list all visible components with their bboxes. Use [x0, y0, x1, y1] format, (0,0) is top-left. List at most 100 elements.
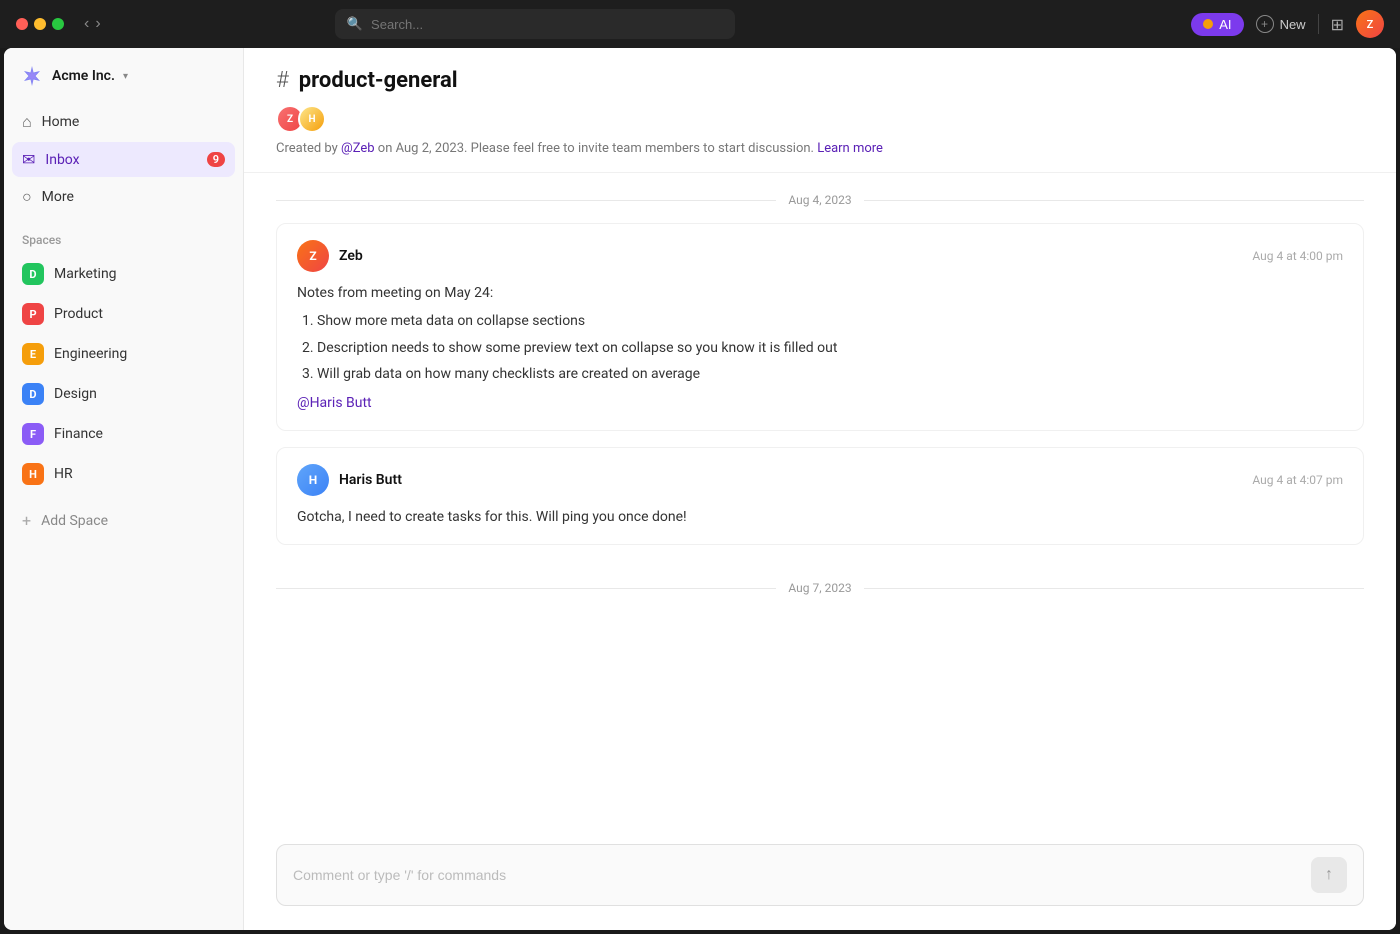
traffic-lights [16, 18, 64, 30]
message-list-1: Show more meta data on collapse sections… [297, 310, 1343, 385]
message-sender-1: Zeb [339, 248, 363, 264]
message-mention-1[interactable]: @Haris Butt [297, 395, 372, 411]
spaces-section-title: Spaces [4, 221, 243, 251]
ai-label: AI [1219, 17, 1231, 32]
search-bar[interactable]: 🔍 [335, 9, 735, 39]
plus-circle-icon: + [1256, 15, 1274, 33]
product-label: Product [54, 306, 103, 322]
inbox-icon: ✉ [22, 150, 35, 169]
main-content: # product-general Z H Created by @Zeb on… [244, 48, 1396, 930]
channel-header: # product-general Z H Created by @Zeb on… [244, 48, 1396, 173]
titlebar-right: AI + New ⊞ Z [1191, 10, 1384, 38]
titlebar-divider [1318, 14, 1319, 34]
message-avatar-haris: H [297, 464, 329, 496]
message-time-1: Aug 4 at 4:00 pm [1252, 249, 1343, 263]
org-header[interactable]: Acme Inc. ▾ [4, 48, 243, 100]
user-avatar[interactable]: Z [1356, 10, 1384, 38]
add-space-plus-icon: + [22, 511, 31, 530]
org-name: Acme Inc. [52, 68, 115, 84]
messages-container: Aug 4, 2023 Z Zeb Aug 4 at 4:00 pm Notes… [244, 173, 1396, 828]
sidebar-item-design[interactable]: D Design [12, 375, 235, 413]
new-button[interactable]: + New [1256, 15, 1306, 33]
fullscreen-traffic-light[interactable] [52, 18, 64, 30]
home-icon: ⌂ [22, 112, 32, 132]
sidebar-item-finance[interactable]: F Finance [12, 415, 235, 453]
avatar-member-2: H [298, 105, 326, 133]
message-sender-2: Haris Butt [339, 472, 402, 488]
sidebar-item-engineering[interactable]: E Engineering [12, 335, 235, 373]
more-icon: ○ [22, 187, 32, 207]
learn-more-link[interactable]: Learn more [817, 141, 883, 156]
product-space-icon: P [22, 303, 44, 325]
comment-box: ↑ [276, 844, 1364, 906]
nav-arrows: ‹ › [84, 15, 101, 33]
date-divider-2: Aug 7, 2023 [276, 561, 1364, 611]
hr-space-icon: H [22, 463, 44, 485]
org-caret-icon: ▾ [123, 71, 128, 82]
new-label: New [1280, 17, 1306, 32]
message-avatar-zeb: Z [297, 240, 329, 272]
channel-meta: Created by @Zeb on Aug 2, 2023. Please f… [276, 141, 1364, 156]
sidebar-item-more[interactable]: ○ More [12, 179, 235, 215]
acme-logo [20, 64, 44, 88]
grid-icon[interactable]: ⊞ [1331, 15, 1344, 34]
design-label: Design [54, 386, 97, 402]
date-label-2: Aug 7, 2023 [788, 581, 851, 595]
search-input[interactable] [371, 17, 723, 32]
finance-label: Finance [54, 426, 103, 442]
sidebar-item-product[interactable]: P Product [12, 295, 235, 333]
sidebar-item-hr[interactable]: H HR [12, 455, 235, 493]
date-label-1: Aug 4, 2023 [788, 193, 851, 207]
ai-dot-icon [1203, 19, 1213, 29]
message-header-1: Z Zeb Aug 4 at 4:00 pm [297, 240, 1343, 272]
sidebar-item-inbox[interactable]: ✉ Inbox 9 [12, 142, 235, 177]
message-card-2: H Haris Butt Aug 4 at 4:07 pm Gotcha, I … [276, 447, 1364, 545]
creator-mention[interactable]: @Zeb [341, 141, 375, 156]
close-traffic-light[interactable] [16, 18, 28, 30]
channel-name: product-general [299, 68, 458, 93]
design-space-icon: D [22, 383, 44, 405]
message-body-1: Notes from meeting on May 24: Show more … [297, 282, 1343, 414]
comment-input[interactable] [293, 867, 1311, 883]
sidebar-item-home[interactable]: ⌂ Home [12, 104, 235, 140]
send-icon: ↑ [1325, 866, 1333, 884]
spaces-list: D Marketing P Product E Engineering D De… [4, 251, 243, 499]
message-header-2: H Haris Butt Aug 4 at 4:07 pm [297, 464, 1343, 496]
sidebar-item-label-home: Home [42, 114, 80, 130]
message-time-2: Aug 4 at 4:07 pm [1252, 473, 1343, 487]
hash-icon: # [276, 68, 289, 93]
forward-arrow[interactable]: › [95, 15, 100, 33]
hr-label: HR [54, 466, 73, 482]
message-intro-1: Notes from meeting on May 24: [297, 282, 1343, 304]
sidebar-nav: ⌂ Home ✉ Inbox 9 ○ More [4, 100, 243, 221]
engineering-label: Engineering [54, 346, 127, 362]
date-divider-1: Aug 4, 2023 [276, 173, 1364, 223]
member-avatars: Z H [276, 105, 320, 133]
engineering-space-icon: E [22, 343, 44, 365]
sidebar-item-label-more: More [42, 189, 74, 205]
send-button[interactable]: ↑ [1311, 857, 1347, 893]
finance-space-icon: F [22, 423, 44, 445]
sidebar: Acme Inc. ▾ ⌂ Home ✉ Inbox 9 ○ More Spac… [4, 48, 244, 930]
message-list-item-3: Will grab data on how many checklists ar… [317, 363, 1343, 385]
add-space-label: Add Space [41, 513, 108, 529]
message-list-item-2: Description needs to show some preview t… [317, 337, 1343, 359]
search-icon: 🔍 [347, 17, 363, 32]
marketing-space-icon: D [22, 263, 44, 285]
ai-button[interactable]: AI [1191, 13, 1243, 36]
channel-title-row: # product-general [276, 68, 1364, 93]
back-arrow[interactable]: ‹ [84, 15, 89, 33]
add-space-button[interactable]: + Add Space [12, 503, 235, 538]
message-body-2: Gotcha, I need to create tasks for this.… [297, 506, 1343, 528]
minimize-traffic-light[interactable] [34, 18, 46, 30]
message-list-item-1: Show more meta data on collapse sections [317, 310, 1343, 332]
titlebar: ‹ › 🔍 AI + New ⊞ Z [0, 0, 1400, 48]
marketing-label: Marketing [54, 266, 117, 282]
app-body: Acme Inc. ▾ ⌂ Home ✉ Inbox 9 ○ More Spac… [4, 48, 1396, 930]
sidebar-item-label-inbox: Inbox [45, 152, 79, 168]
message-text-2: Gotcha, I need to create tasks for this.… [297, 506, 1343, 528]
message-card-1: Z Zeb Aug 4 at 4:00 pm Notes from meetin… [276, 223, 1364, 431]
sidebar-item-marketing[interactable]: D Marketing [12, 255, 235, 293]
inbox-badge: 9 [207, 152, 225, 167]
comment-area: ↑ [244, 828, 1396, 930]
